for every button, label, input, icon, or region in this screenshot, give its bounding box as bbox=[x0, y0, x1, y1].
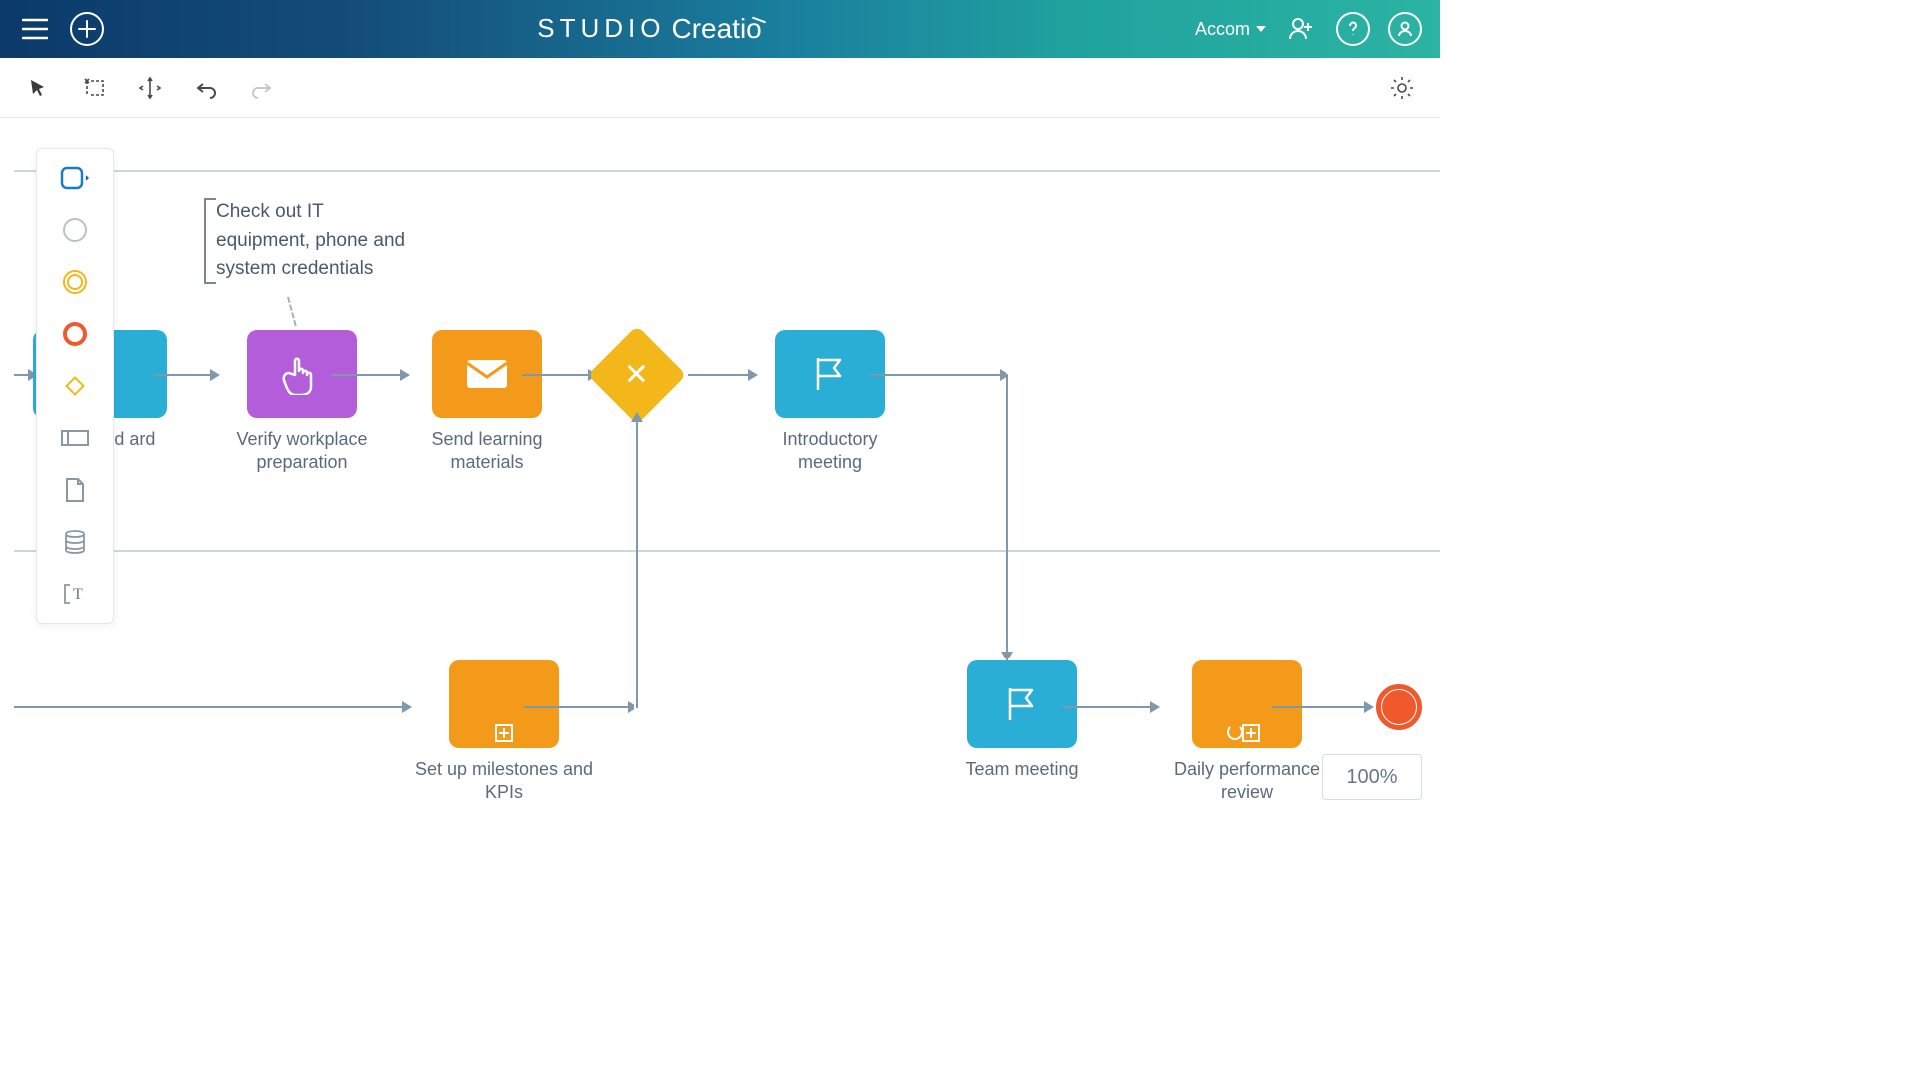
palette-end-event[interactable] bbox=[60, 319, 90, 349]
hand-icon bbox=[279, 353, 325, 395]
undo-button[interactable] bbox=[192, 74, 220, 102]
node-team-group: Team meeting bbox=[952, 660, 1092, 781]
flow-milestones-up bbox=[636, 414, 638, 708]
palette-text-annotation[interactable]: T bbox=[60, 579, 90, 609]
gateway-exclusive[interactable]: ✕ bbox=[602, 340, 672, 410]
logo-brand: Creatio bbox=[671, 13, 761, 45]
flow-1-2 bbox=[154, 374, 218, 376]
node-intro-group: Introductory meeting bbox=[760, 330, 900, 475]
logo-studio: STUDIO bbox=[537, 13, 665, 45]
menu-icon[interactable] bbox=[18, 12, 52, 46]
node-daily-label: Daily performance review bbox=[1162, 758, 1332, 805]
flow-4-right bbox=[870, 374, 1008, 376]
flag-icon bbox=[1002, 684, 1042, 724]
palette-gateway[interactable] bbox=[60, 371, 90, 401]
lane-boundary-top bbox=[14, 170, 1440, 172]
zoom-level[interactable]: 100% bbox=[1322, 754, 1422, 800]
node-send-learning-label: Send learning materials bbox=[412, 428, 562, 475]
app-header: STUDIO Creatio Accom bbox=[0, 0, 1440, 58]
palette-intermediate-event[interactable] bbox=[60, 267, 90, 297]
add-user-icon[interactable] bbox=[1284, 12, 1318, 46]
node-team-meeting[interactable] bbox=[967, 660, 1077, 748]
flow-3-gateway bbox=[522, 374, 596, 376]
process-canvas[interactable]: Check out IT equipment, phone and system… bbox=[0, 118, 1440, 810]
node-verify-group: Verify workplace preparation bbox=[222, 330, 382, 475]
flow-milestones-right bbox=[524, 706, 636, 708]
profile-icon[interactable] bbox=[1388, 12, 1422, 46]
node-send-learning-group: Send learning materials bbox=[412, 330, 562, 475]
palette-start-event[interactable] bbox=[60, 215, 90, 245]
editor-toolbar bbox=[0, 58, 1440, 118]
lane-boundary-bottom bbox=[14, 550, 1440, 552]
annotation-text: Check out IT equipment, phone and system… bbox=[216, 201, 405, 279]
settings-icon[interactable] bbox=[1388, 74, 1416, 102]
node-team-label: Team meeting bbox=[952, 758, 1092, 781]
node-milestones-group: Set up milestones and KPIs bbox=[414, 660, 594, 805]
end-event[interactable] bbox=[1376, 684, 1422, 730]
flow-gateway-4 bbox=[688, 374, 756, 376]
annotation-leader bbox=[287, 297, 297, 326]
text-annotation[interactable]: Check out IT equipment, phone and system… bbox=[204, 198, 414, 284]
palette-task[interactable] bbox=[60, 163, 90, 193]
lasso-tool[interactable] bbox=[80, 74, 108, 102]
workspace-label: Accom bbox=[1195, 19, 1250, 40]
node-daily-review[interactable] bbox=[1192, 660, 1302, 748]
subprocess-marker-icon bbox=[1242, 724, 1260, 742]
subprocess-marker-icon bbox=[495, 724, 513, 742]
shape-palette: T bbox=[36, 148, 114, 624]
flow-lower-start bbox=[14, 706, 410, 708]
palette-data-object[interactable] bbox=[60, 475, 90, 505]
redo-button[interactable] bbox=[248, 74, 276, 102]
app-logo: STUDIO Creatio bbox=[122, 13, 1177, 45]
palette-data-store[interactable] bbox=[60, 527, 90, 557]
flag-icon bbox=[810, 354, 850, 394]
chevron-down-icon bbox=[1256, 26, 1266, 32]
flow-team-daily bbox=[1062, 706, 1158, 708]
node-milestones[interactable] bbox=[449, 660, 559, 748]
node-intro-meeting[interactable] bbox=[775, 330, 885, 418]
help-icon[interactable] bbox=[1336, 12, 1370, 46]
flow-overlay bbox=[1006, 368, 1020, 382]
flow-intro-down-ext bbox=[1006, 374, 1008, 706]
pointer-tool[interactable] bbox=[24, 74, 52, 102]
node-daily-group: Daily performance review bbox=[1162, 660, 1332, 805]
palette-pool[interactable] bbox=[60, 423, 90, 453]
add-button[interactable] bbox=[70, 12, 104, 46]
node-intro-label: Introductory meeting bbox=[760, 428, 900, 475]
svg-text:T: T bbox=[73, 586, 83, 603]
node-verify-label: Verify workplace preparation bbox=[222, 428, 382, 475]
loop-marker-icon bbox=[1227, 724, 1243, 740]
flow-2-3 bbox=[332, 374, 408, 376]
move-tool[interactable] bbox=[136, 74, 164, 102]
node-milestones-label: Set up milestones and KPIs bbox=[414, 758, 594, 805]
zoom-value: 100% bbox=[1346, 766, 1397, 789]
mail-icon bbox=[464, 357, 510, 391]
workspace-dropdown[interactable]: Accom bbox=[1195, 19, 1266, 40]
flow-daily-end bbox=[1272, 706, 1372, 708]
